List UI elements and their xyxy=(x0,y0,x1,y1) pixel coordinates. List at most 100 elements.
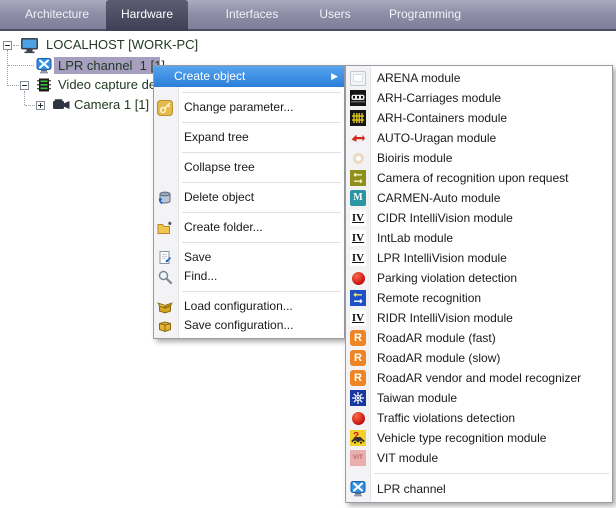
menu-item-save-configuration[interactable]: Save configuration... xyxy=(154,316,344,335)
expander-minus-icon[interactable] xyxy=(3,41,12,50)
submenu-item-roadar-module-slow[interactable]: R RoadAR module (slow) xyxy=(346,348,612,368)
containers-icon xyxy=(350,110,366,126)
submenu-item-label: ARH-Carriages module xyxy=(377,91,501,105)
lpr-channel-icon xyxy=(36,58,52,79)
find-icon xyxy=(157,269,173,285)
menu-item-label: Save xyxy=(184,250,211,264)
submenu-item-roadar-module-fast[interactable]: R RoadAR module (fast) xyxy=(346,328,612,348)
submenu-item-traffic-violations-detection[interactable]: Traffic violations detection xyxy=(346,408,612,428)
submenu-item-label: Vehicle type recognition module xyxy=(377,431,546,445)
menu-separator xyxy=(182,242,341,243)
computer-icon xyxy=(20,37,39,59)
menubar-bottom-edge xyxy=(0,29,616,31)
expander-plus-icon[interactable] xyxy=(36,101,45,110)
application-window: Architecture Hardware Interfaces Users P… xyxy=(0,0,616,508)
remote-icon xyxy=(350,290,366,306)
tree-connector xyxy=(7,50,9,86)
intellivision-icon: IV xyxy=(350,210,366,226)
expander-minus-icon[interactable] xyxy=(20,81,29,90)
carmen-icon: M xyxy=(350,190,366,206)
submenu-item-label: Remote recognition xyxy=(377,291,481,305)
menu-item-collapse-tree[interactable]: Collapse tree xyxy=(154,158,344,177)
roadar-icon: R xyxy=(350,330,366,346)
submenu-item-vit-module[interactable]: VIT VIT module xyxy=(346,448,612,468)
lpr-channel-icon xyxy=(350,481,366,497)
menu-item-label: Collapse tree xyxy=(184,160,255,174)
tree-connector xyxy=(13,45,19,47)
menu-item-save[interactable]: Save xyxy=(154,248,344,267)
menu-item-label: Save configuration... xyxy=(184,318,293,332)
tree-node-localhost[interactable]: LOCALHOST [WORK-PC] xyxy=(46,37,198,53)
vit-icon: VIT xyxy=(350,450,366,466)
tab-architecture[interactable]: Architecture xyxy=(18,0,96,29)
save-icon xyxy=(157,250,173,266)
submenu-item-label: Taiwan module xyxy=(377,391,457,405)
tree-node-video-capture-device[interactable]: Video capture dev xyxy=(58,77,163,93)
submenu-item-auto-uragan-module[interactable]: AUTO-Uragan module xyxy=(346,128,612,148)
tree-connector xyxy=(8,65,34,67)
submenu-item-label: CIDR IntelliVision module xyxy=(377,211,513,225)
tab-programming[interactable]: Programming xyxy=(370,0,480,29)
menu-item-label: Load configuration... xyxy=(184,299,293,313)
tree-connector xyxy=(25,105,35,107)
submenu-item-label: AUTO-Uragan module xyxy=(377,131,496,145)
menu-separator xyxy=(182,182,341,183)
submenu-item-label: VIT module xyxy=(377,451,438,465)
submenu-item-carmen-auto-module[interactable]: M CARMEN-Auto module xyxy=(346,188,612,208)
tab-hardware[interactable]: Hardware xyxy=(106,0,188,31)
menu-item-load-configuration[interactable]: Load configuration... xyxy=(154,297,344,316)
delete-icon xyxy=(157,190,173,206)
tab-interfaces[interactable]: Interfaces xyxy=(212,0,292,29)
submenu-item-label: LPR channel xyxy=(377,482,446,496)
load-config-icon xyxy=(157,299,173,315)
submenu-item-vehicle-type-recognition-module[interactable]: ? Vehicle type recognition module xyxy=(346,428,612,448)
submenu-item-cidr-intellivision-module[interactable]: IV CIDR IntelliVision module xyxy=(346,208,612,228)
submenu-item-label: RoadAR module (slow) xyxy=(377,351,500,365)
vehicle-type-icon: ? xyxy=(350,430,366,446)
menu-item-label: Create object xyxy=(174,69,245,83)
roadar-icon: R xyxy=(350,350,366,366)
submenu-item-lpr-channel[interactable]: LPR channel xyxy=(346,479,612,499)
menu-item-delete-object[interactable]: Delete object xyxy=(154,188,344,207)
camera-request-icon xyxy=(350,170,366,186)
submenu-item-label: Parking violation detection xyxy=(377,271,517,285)
menu-separator xyxy=(182,92,341,93)
menu-item-expand-tree[interactable]: Expand tree xyxy=(154,128,344,147)
submenu-item-label: ARH-Containers module xyxy=(377,111,507,125)
menu-item-create-object[interactable]: Create object ▶ xyxy=(154,66,344,87)
menu-item-find[interactable]: Find... xyxy=(154,267,344,286)
tree-node-lpr-channel[interactable]: LPR channel 1 [1] xyxy=(58,58,165,74)
submenu-item-parking-violation-detection[interactable]: Parking violation detection xyxy=(346,268,612,288)
tree-connector xyxy=(24,91,26,105)
submenu-arrow-icon: ▶ xyxy=(331,66,338,87)
intellivision-icon: IV xyxy=(350,310,366,326)
submenu-item-ridr-intellivision-module[interactable]: IV RIDR IntelliVision module xyxy=(346,308,612,328)
submenu-item-label: RoadAR vendor and model recognizer xyxy=(377,371,581,385)
menu-item-change-parameter[interactable]: Change parameter... xyxy=(154,98,344,117)
submenu-item-camera-of-recognition-upon-request[interactable]: Camera of recognition upon request xyxy=(346,168,612,188)
menu-item-label: Change parameter... xyxy=(184,100,293,114)
submenu-item-arh-containers-module[interactable]: ARH-Containers module xyxy=(346,108,612,128)
intellivision-icon: IV xyxy=(350,230,366,246)
intellivision-icon: IV xyxy=(350,250,366,266)
submenu-item-roadar-vendor-and-model-recognizer[interactable]: R RoadAR vendor and model recognizer xyxy=(346,368,612,388)
question-mark-glyph: ? xyxy=(353,427,359,447)
submenu-item-label: RIDR IntelliVision module xyxy=(377,311,513,325)
submenu-item-taiwan-module[interactable]: Taiwan module xyxy=(346,388,612,408)
submenu-item-arh-carriages-module[interactable]: ARH-Carriages module xyxy=(346,88,612,108)
save-config-icon xyxy=(157,318,173,334)
tree-node-camera[interactable]: Camera 1 [1] xyxy=(74,97,149,113)
submenu-item-intlab-module[interactable]: IV IntLab module xyxy=(346,228,612,248)
tab-users[interactable]: Users xyxy=(300,0,370,29)
menu-item-label: Delete object xyxy=(184,190,254,204)
submenu-item-lpr-intellivision-module[interactable]: IV LPR IntelliVision module xyxy=(346,248,612,268)
submenu-item-bioiris-module[interactable]: Bioiris module xyxy=(346,148,612,168)
menu-item-create-folder[interactable]: Create folder... xyxy=(154,218,344,237)
submenu-separator xyxy=(374,473,609,474)
menu-separator xyxy=(182,152,341,153)
menu-separator xyxy=(182,291,341,292)
menu-separator xyxy=(182,212,341,213)
submenu-item-remote-recognition[interactable]: Remote recognition xyxy=(346,288,612,308)
submenu-item-arena-module[interactable]: ARENA module xyxy=(346,68,612,88)
submenu-item-label: RoadAR module (fast) xyxy=(377,331,496,345)
